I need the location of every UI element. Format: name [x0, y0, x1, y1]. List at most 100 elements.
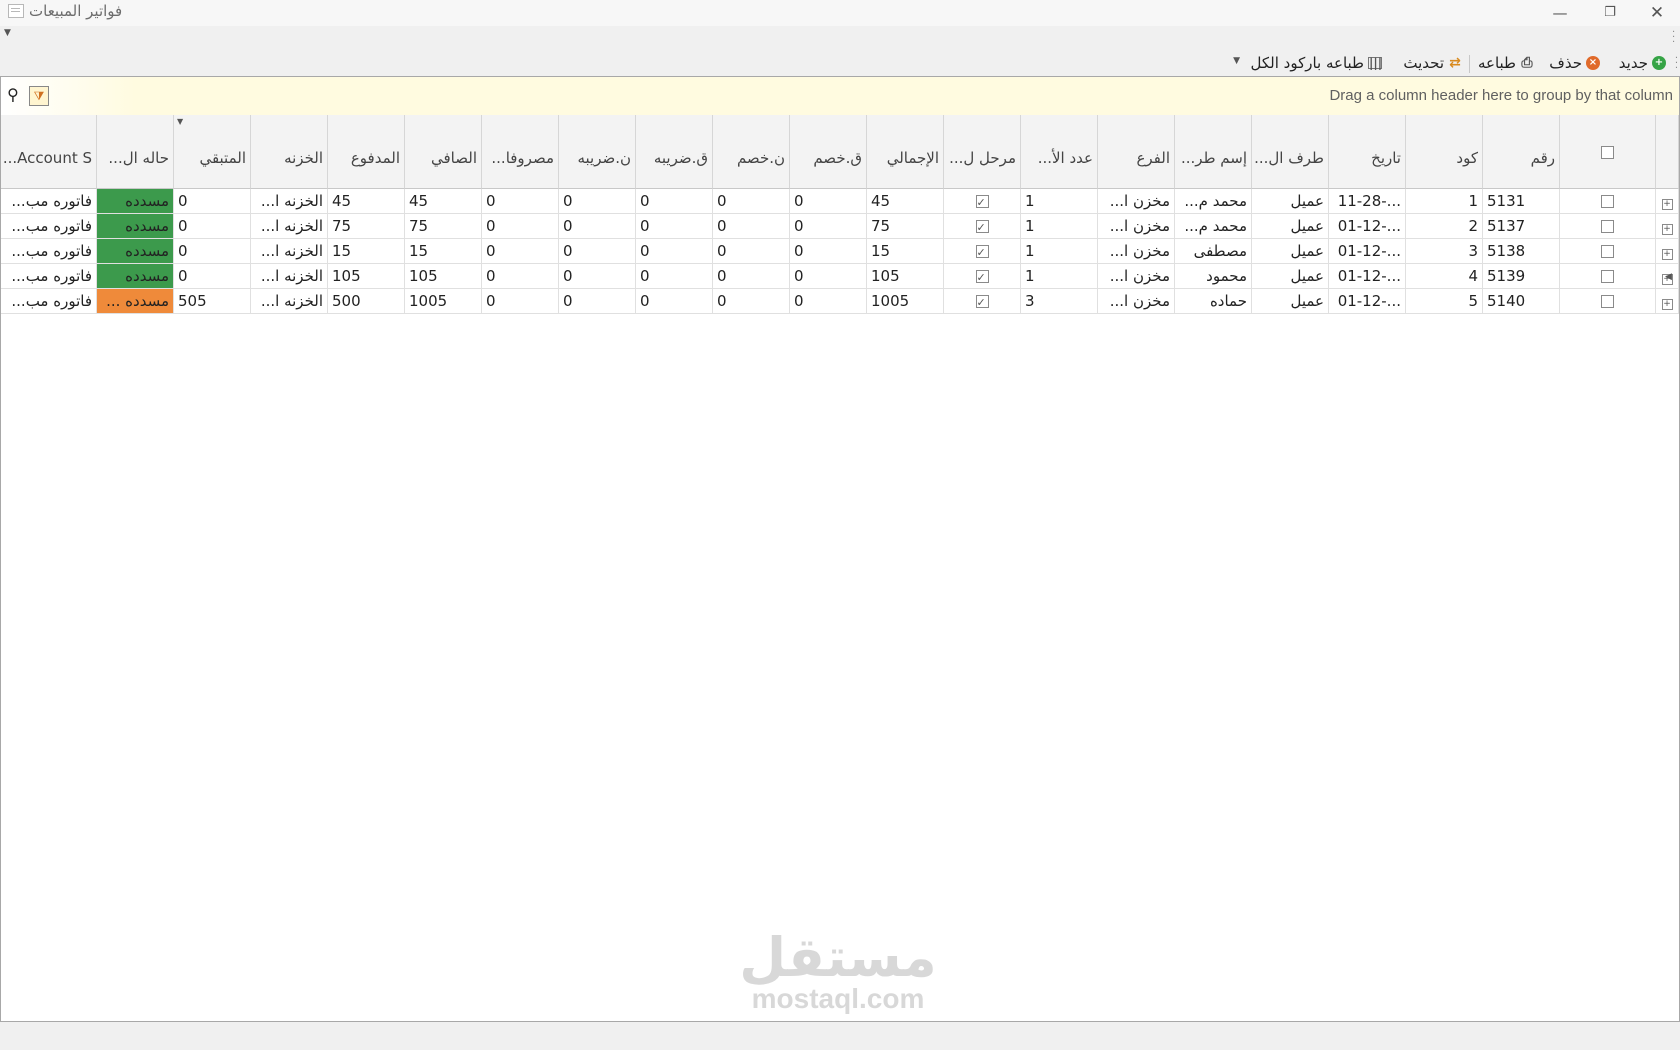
filter-editor-icon[interactable]: ⧩ — [29, 86, 49, 106]
cell-paid[interactable]: 45 — [328, 189, 405, 214]
cell-code[interactable]: 3 — [1406, 239, 1483, 264]
cell-tax-percent[interactable]: 0 — [559, 239, 636, 264]
cell-treasury[interactable]: الخزنه ا... — [251, 264, 328, 289]
header-total[interactable]: الإجمالي — [867, 115, 944, 189]
cell-number[interactable]: 5131 — [1483, 189, 1560, 214]
cell-expenses[interactable]: 0 — [482, 264, 559, 289]
cell-status[interactable]: مسدده ... — [97, 289, 174, 314]
header-tax-value[interactable]: ق.ضريبه — [636, 115, 713, 189]
cell-remaining[interactable]: 505 — [174, 289, 251, 314]
cell-status[interactable]: مسدده — [97, 239, 174, 264]
cell-status[interactable]: مسدده — [97, 189, 174, 214]
header-party-type[interactable]: طرف ال... — [1252, 115, 1329, 189]
cell-party-type[interactable]: عميل — [1252, 239, 1329, 264]
table-row[interactable]: +5140501-12-...عميلحمادهمخزن ا...3100500… — [1, 289, 1679, 314]
cell-account[interactable]: فاتوره مب... — [1, 289, 97, 314]
toolbar-overflow-icon[interactable]: ▼ — [1233, 56, 1240, 66]
cell-date[interactable]: 11-28-... — [1329, 189, 1406, 214]
print-button[interactable]: ⎙ طباعه — [1478, 53, 1534, 73]
cell-number[interactable]: 5139 — [1483, 264, 1560, 289]
cell-party-type[interactable]: عميل — [1252, 264, 1329, 289]
minimize-button[interactable]: — — [1540, 2, 1580, 24]
posted-checkbox[interactable] — [975, 291, 989, 313]
expand-row-icon[interactable]: + — [1661, 299, 1673, 310]
cell-item-count[interactable]: 1 — [1021, 239, 1098, 264]
table-row[interactable]: +5139401-12-...عميلمحمودمخزن ا...1105000… — [1, 264, 1679, 289]
expand-row-icon[interactable]: + — [1661, 249, 1673, 260]
header-discount-value[interactable]: ق.خصم — [790, 115, 867, 189]
header-posted[interactable]: مرحل ل... — [944, 115, 1021, 189]
print-all-barcodes-button[interactable]: ||| طباعه باركود الكل — [1250, 53, 1382, 73]
close-button[interactable]: ✕ — [1637, 2, 1677, 24]
cell-total[interactable]: 105 — [867, 264, 944, 289]
header-remaining[interactable]: المتبقي — [174, 115, 251, 189]
posted-checkbox[interactable] — [975, 216, 989, 238]
cell-paid[interactable]: 105 — [328, 264, 405, 289]
cell-tax-percent[interactable]: 0 — [559, 264, 636, 289]
cell-treasury[interactable]: الخزنه ا... — [251, 214, 328, 239]
cell-date[interactable]: 01-12-... — [1329, 289, 1406, 314]
cell-item-count[interactable]: 1 — [1021, 264, 1098, 289]
restore-button[interactable]: ❐ — [1590, 2, 1630, 24]
cell-code[interactable]: 4 — [1406, 264, 1483, 289]
cell-discount-percent[interactable]: 0 — [713, 289, 790, 314]
cell-select[interactable] — [1560, 189, 1656, 214]
cell-number[interactable]: 5137 — [1483, 214, 1560, 239]
header-expenses[interactable]: مصروفا... — [482, 115, 559, 189]
cell-remaining[interactable]: 0 — [174, 239, 251, 264]
cell-discount-value[interactable]: 0 — [790, 289, 867, 314]
refresh-button[interactable]: ⇄ تحديث — [1403, 53, 1462, 73]
posted-checkbox[interactable] — [975, 241, 989, 263]
header-paid[interactable]: المدفوع — [328, 115, 405, 189]
cell-expenses[interactable]: 0 — [482, 239, 559, 264]
cell-total[interactable]: 15 — [867, 239, 944, 264]
cell-date[interactable]: 01-12-... — [1329, 239, 1406, 264]
expand-row-icon[interactable]: + — [1661, 199, 1673, 210]
cell-treasury[interactable]: الخزنه ا... — [251, 189, 328, 214]
cell-tax-percent[interactable]: 0 — [559, 289, 636, 314]
cell-treasury[interactable]: الخزنه ا... — [251, 239, 328, 264]
cell-total[interactable]: 45 — [867, 189, 944, 214]
cell-status[interactable]: مسدده — [97, 264, 174, 289]
cell-posted[interactable] — [944, 264, 1021, 289]
cell-select[interactable] — [1560, 239, 1656, 264]
cell-remaining[interactable]: 0 — [174, 264, 251, 289]
table-row[interactable]: +5137201-12-...عميلمحمد م...مخزن ا...1 75… — [1, 214, 1679, 239]
cell-branch[interactable]: مخزن ا... — [1098, 239, 1175, 264]
cell-date[interactable]: 01-12-... — [1329, 264, 1406, 289]
new-button[interactable]: + جديد — [1619, 53, 1666, 73]
row-select-checkbox[interactable] — [1601, 245, 1614, 258]
cell-party-type[interactable]: عميل — [1252, 289, 1329, 314]
cell-tax-value[interactable]: 0 — [636, 189, 713, 214]
cell-tax-percent[interactable]: 0 — [559, 214, 636, 239]
select-all-checkbox[interactable] — [1601, 146, 1614, 159]
cell-item-count[interactable]: 1 — [1021, 214, 1098, 239]
cell-tax-value[interactable]: 0 — [636, 214, 713, 239]
row-select-checkbox[interactable] — [1601, 220, 1614, 233]
cell-party-name[interactable]: محمد م... — [1175, 189, 1252, 214]
header-account[interactable]: Account S... — [1, 115, 97, 189]
cell-net[interactable]: 105 — [405, 264, 482, 289]
cell-party-name[interactable]: محمود — [1175, 264, 1252, 289]
cell-branch[interactable]: مخزن ا... — [1098, 214, 1175, 239]
cell-item-count[interactable]: 3 — [1021, 289, 1098, 314]
cell-expenses[interactable]: 0 — [482, 289, 559, 314]
cell-posted[interactable] — [944, 189, 1021, 214]
cell-discount-percent[interactable]: 0 — [713, 239, 790, 264]
header-item-count[interactable]: عدد الأ... — [1021, 115, 1098, 189]
window-menu-icon[interactable] — [8, 4, 24, 18]
cell-tax-percent[interactable]: 0 — [559, 189, 636, 214]
cell-item-count[interactable]: 1 — [1021, 189, 1098, 214]
header-discount-percent[interactable]: ن.خصم — [713, 115, 790, 189]
table-row[interactable]: +5131111-28-...عميلمحمد م...مخزن ا...145… — [1, 189, 1679, 214]
header-tax-percent[interactable]: ن.ضريبه — [559, 115, 636, 189]
header-branch[interactable]: الفرع — [1098, 115, 1175, 189]
cell-posted[interactable] — [944, 239, 1021, 264]
cell-remaining[interactable]: 0 — [174, 214, 251, 239]
cell-paid[interactable]: 15 — [328, 239, 405, 264]
cell-expand[interactable]: + — [1656, 189, 1679, 214]
cell-date[interactable]: 01-12-... — [1329, 214, 1406, 239]
cell-account[interactable]: فاتوره مب... — [1, 214, 97, 239]
cell-discount-percent[interactable]: 0 — [713, 264, 790, 289]
cell-expand[interactable]: + — [1656, 214, 1679, 239]
